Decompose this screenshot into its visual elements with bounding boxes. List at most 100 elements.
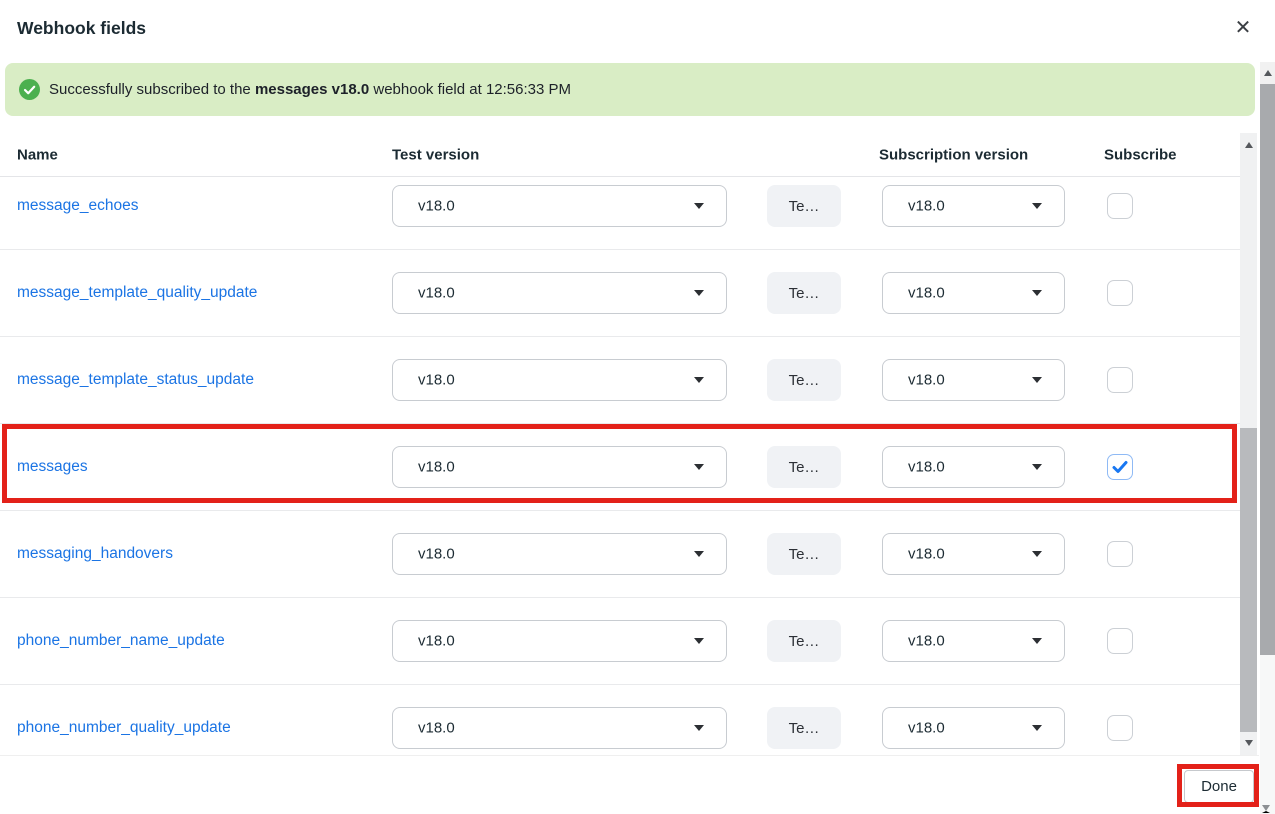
dropdown-value: v18.0 (908, 198, 945, 215)
chevron-down-icon (694, 725, 704, 731)
page-scrollbar[interactable] (1260, 62, 1275, 814)
dropdown-value: v18.0 (418, 720, 455, 737)
chevron-down-icon (1032, 377, 1042, 383)
chevron-down-icon (694, 377, 704, 383)
table-scrollbar[interactable] (1240, 133, 1257, 755)
dropdown-value: v18.0 (418, 633, 455, 650)
table-scroll-up-button[interactable] (1240, 135, 1257, 155)
test-button[interactable]: Te… (767, 707, 841, 749)
test-button[interactable]: Te… (767, 620, 841, 662)
subscribe-checkbox[interactable] (1107, 628, 1133, 654)
test-button[interactable]: Te… (767, 533, 841, 575)
subscription-version-dropdown[interactable]: v18.0 (882, 620, 1065, 662)
subscription-version-dropdown[interactable]: v18.0 (882, 185, 1065, 227)
subscribe-checkbox[interactable] (1107, 715, 1133, 741)
dropdown-value: v18.0 (418, 198, 455, 215)
test-version-dropdown[interactable]: v18.0 (392, 533, 727, 575)
webhook-field-link[interactable]: phone_number_quality_update (17, 719, 231, 737)
chevron-down-icon (1032, 464, 1042, 470)
subscription-version-dropdown[interactable]: v18.0 (882, 359, 1065, 401)
check-circle-icon (19, 79, 40, 100)
subscribe-checkbox[interactable] (1107, 280, 1133, 306)
arrow-up-icon (1245, 142, 1253, 148)
banner-text-prefix: Successfully subscribed to the (49, 81, 255, 98)
subscribe-checkbox[interactable] (1107, 193, 1133, 219)
subscribe-checkbox[interactable] (1107, 367, 1133, 393)
subscribe-checkbox[interactable] (1107, 454, 1133, 480)
chevron-down-icon (694, 203, 704, 209)
subscription-version-dropdown[interactable]: v18.0 (882, 707, 1065, 749)
test-version-dropdown[interactable]: v18.0 (392, 272, 727, 314)
table-row: messaging_handovers v18.0 Te… v18.0 (0, 511, 1240, 598)
dialog-footer: Done (0, 755, 1259, 814)
page-scroll-up-button[interactable] (1260, 62, 1275, 84)
dropdown-value: v18.0 (908, 546, 945, 563)
column-header-test-version: Test version (392, 146, 479, 163)
table-row: message_template_status_update v18.0 Te…… (0, 337, 1240, 424)
chevron-down-icon (1032, 203, 1042, 209)
test-version-dropdown[interactable]: v18.0 (392, 446, 727, 488)
webhook-fields-dialog: Webhook fields ✕ Successfully subscribed… (0, 0, 1275, 814)
column-header-name: Name (17, 146, 58, 163)
chevron-down-icon (1032, 725, 1042, 731)
test-button[interactable]: Te… (767, 446, 841, 488)
test-button[interactable]: Te… (767, 359, 841, 401)
table-row: phone_number_name_update v18.0 Te… v18.0 (0, 598, 1240, 685)
banner-text-bold: messages v18.0 (255, 81, 369, 98)
test-version-dropdown[interactable]: v18.0 (392, 185, 727, 227)
table-scrollbar-thumb[interactable] (1240, 428, 1257, 732)
webhook-field-link[interactable]: message_template_status_update (17, 371, 254, 389)
webhook-field-link[interactable]: phone_number_name_update (17, 632, 225, 650)
checkmark-icon (1109, 456, 1131, 478)
chevron-down-icon (1032, 551, 1042, 557)
table-row: message_echoes v18.0 Te… v18.0 (0, 177, 1240, 250)
done-button[interactable]: Done (1184, 770, 1254, 803)
banner-text: Successfully subscribed to the messages … (49, 81, 571, 98)
chevron-down-icon (694, 638, 704, 644)
dropdown-value: v18.0 (908, 285, 945, 302)
dropdown-value: v18.0 (418, 459, 455, 476)
banner-text-suffix: webhook field at 12:56:33 PM (369, 81, 571, 98)
dropdown-value: v18.0 (908, 459, 945, 476)
dropdown-value: v18.0 (418, 372, 455, 389)
arrow-down-icon (1245, 740, 1253, 746)
test-version-dropdown[interactable]: v18.0 (392, 707, 727, 749)
close-button[interactable]: ✕ (1229, 14, 1257, 42)
test-button[interactable]: Te… (767, 185, 841, 227)
success-banner: Successfully subscribed to the messages … (5, 63, 1255, 116)
table-scroll-down-button[interactable] (1240, 733, 1257, 753)
page-title: Webhook fields (17, 18, 146, 39)
page-scrollbar-thumb[interactable] (1260, 84, 1275, 655)
column-header-subscribe: Subscribe (1104, 146, 1177, 163)
webhook-field-link[interactable]: messages (17, 458, 88, 476)
page-scroll-down-button[interactable] (1262, 805, 1270, 813)
webhook-field-link[interactable]: messaging_handovers (17, 545, 173, 563)
dropdown-value: v18.0 (908, 720, 945, 737)
subscription-version-dropdown[interactable]: v18.0 (882, 272, 1065, 314)
webhook-field-link[interactable]: message_template_quality_update (17, 284, 257, 302)
table-body: message_echoes v18.0 Te… v18.0 message_t… (0, 177, 1240, 755)
test-version-dropdown[interactable]: v18.0 (392, 620, 727, 662)
subscription-version-dropdown[interactable]: v18.0 (882, 533, 1065, 575)
dropdown-value: v18.0 (908, 633, 945, 650)
close-icon: ✕ (1235, 17, 1252, 39)
arrow-up-icon (1264, 70, 1272, 76)
chevron-down-icon (1032, 290, 1042, 296)
webhook-field-link[interactable]: message_echoes (17, 197, 139, 215)
chevron-down-icon (694, 290, 704, 296)
test-button[interactable]: Te… (767, 272, 841, 314)
dropdown-value: v18.0 (418, 285, 455, 302)
chevron-down-icon (1032, 638, 1042, 644)
table-row: messages v18.0 Te… v18.0 (0, 424, 1240, 511)
subscription-version-dropdown[interactable]: v18.0 (882, 446, 1065, 488)
table-header: Name Test version Subscription version S… (0, 133, 1240, 177)
column-header-subscription-version: Subscription version (879, 146, 1028, 163)
dropdown-value: v18.0 (418, 546, 455, 563)
test-version-dropdown[interactable]: v18.0 (392, 359, 727, 401)
dropdown-value: v18.0 (908, 372, 945, 389)
chevron-down-icon (694, 551, 704, 557)
table-row: phone_number_quality_update v18.0 Te… v1… (0, 685, 1240, 755)
subscribe-checkbox[interactable] (1107, 541, 1133, 567)
table-row: message_template_quality_update v18.0 Te… (0, 250, 1240, 337)
chevron-down-icon (694, 464, 704, 470)
